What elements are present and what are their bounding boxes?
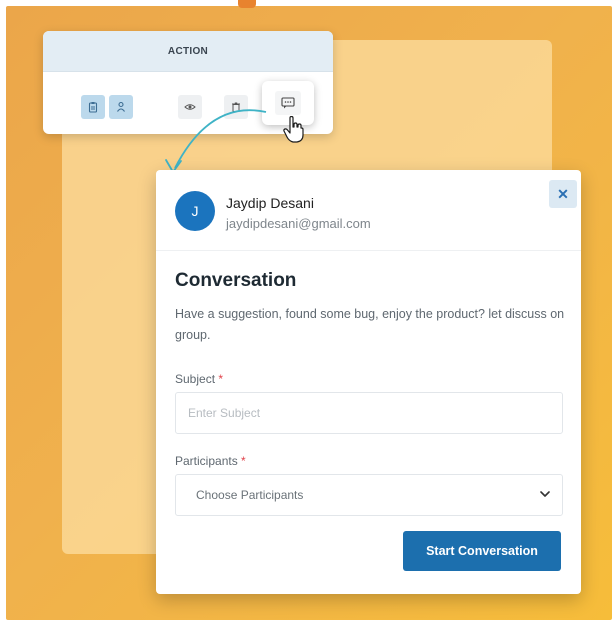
delete-button[interactable]	[224, 95, 248, 119]
participants-selected-value: Choose Participants	[196, 488, 304, 502]
eye-icon	[184, 104, 196, 110]
action-header: ACTION	[43, 31, 333, 72]
close-icon: ✕	[557, 185, 569, 202]
required-mark: *	[241, 454, 246, 468]
start-conversation-button[interactable]: Start Conversation	[403, 531, 561, 571]
user-email: jaydipdesani@gmail.com	[226, 216, 371, 231]
conversation-dialog: J Jaydip Desani jaydipdesani@gmail.com ✕…	[156, 170, 581, 594]
avatar: J	[175, 191, 215, 231]
close-button[interactable]: ✕	[549, 180, 577, 208]
clipboard-button[interactable]	[81, 95, 105, 119]
user-name: Jaydip Desani	[226, 195, 314, 211]
decorative-tab	[238, 0, 256, 8]
subject-field	[175, 392, 563, 434]
required-mark: *	[218, 372, 224, 386]
trash-icon	[232, 102, 240, 112]
subject-input[interactable]	[176, 393, 562, 433]
subject-label-text: Subject	[175, 372, 216, 386]
participants-label-text: Participants	[175, 454, 238, 468]
chat-icon	[281, 97, 295, 109]
user-pin-icon	[117, 101, 125, 112]
hand-cursor-icon	[283, 116, 304, 143]
view-button[interactable]	[178, 95, 202, 119]
subject-label: Subject *	[175, 372, 223, 386]
assign-user-button[interactable]	[109, 95, 133, 119]
participants-label: Participants *	[175, 454, 246, 468]
chevron-down-icon	[540, 491, 550, 497]
dialog-header: J Jaydip Desani jaydipdesani@gmail.com ✕	[156, 170, 581, 251]
participants-select[interactable]: Choose Participants	[175, 474, 563, 516]
dialog-description: Have a suggestion, found some bug, enjoy…	[175, 307, 565, 342]
clipboard-icon	[88, 102, 98, 113]
dialog-title: Conversation	[175, 270, 297, 291]
